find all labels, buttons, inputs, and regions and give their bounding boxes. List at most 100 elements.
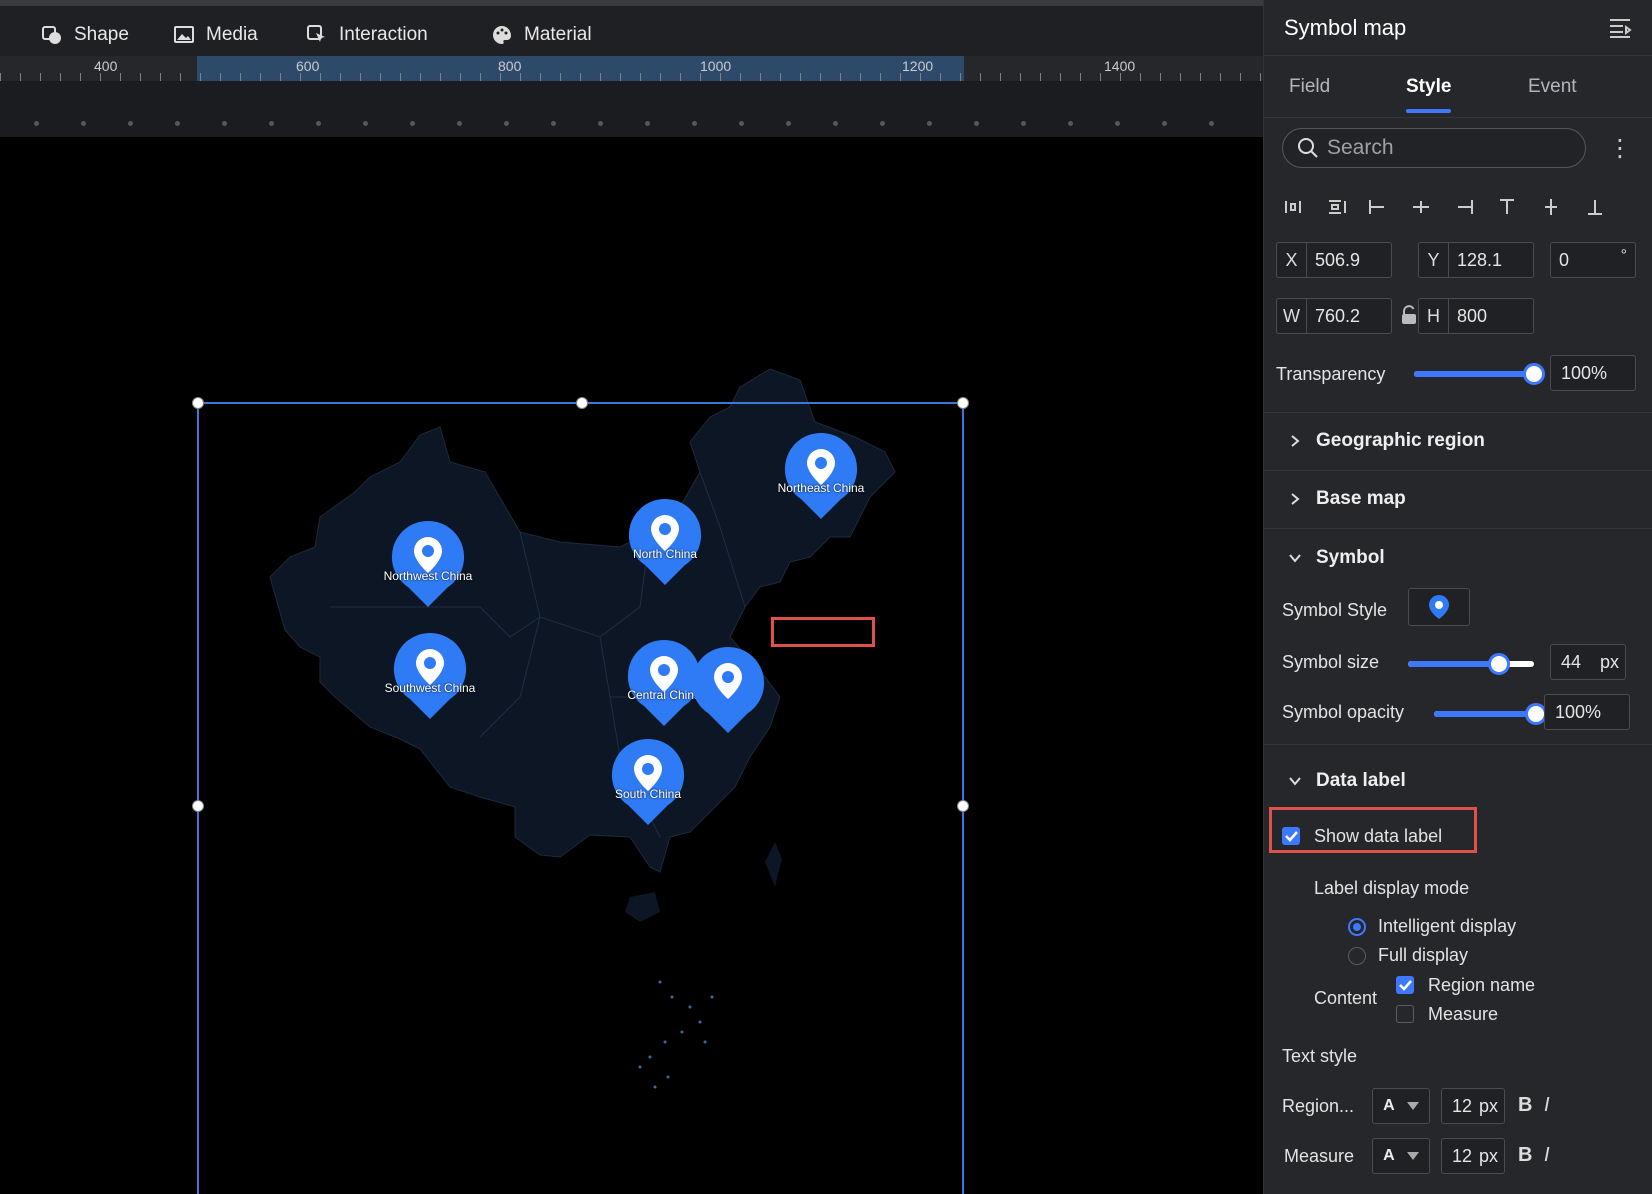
section-base-map[interactable]: Base map — [1288, 488, 1406, 510]
section-data-label[interactable]: Data label — [1288, 770, 1406, 792]
ruler-tick — [520, 73, 521, 81]
ruler-tick — [500, 73, 501, 81]
measure-font-color-select[interactable]: A — [1372, 1138, 1430, 1174]
callout-highlight-label — [771, 617, 875, 647]
ruler-tick — [1180, 73, 1181, 81]
measure-font-size-input[interactable]: 12 px — [1441, 1138, 1505, 1174]
shape-tool-button[interactable]: Shape — [40, 20, 129, 50]
align-right-icon[interactable] — [1454, 196, 1476, 218]
rotation-value[interactable]: 0 — [1551, 250, 1569, 271]
tab-event[interactable]: Event — [1528, 76, 1577, 98]
resize-handle-right[interactable] — [957, 800, 969, 812]
checkmark-icon — [1399, 980, 1412, 991]
search-box[interactable] — [1282, 128, 1586, 168]
resize-handle-left[interactable] — [192, 800, 204, 812]
ruler-tick — [400, 73, 401, 81]
ruler-tick — [1040, 73, 1041, 81]
resize-handle-top[interactable] — [576, 397, 588, 409]
section-geographic-region[interactable]: Geographic region — [1288, 430, 1485, 452]
width-field[interactable]: W 760.2 — [1276, 298, 1392, 334]
ruler-tick — [160, 73, 161, 81]
map-pin-north[interactable]: North China — [627, 497, 703, 587]
horizontal-ruler: 400 600 800 1000 1200 1400 — [0, 56, 1263, 81]
media-tool-button[interactable]: Media — [172, 20, 258, 50]
distribute-vertical-icon[interactable] — [1324, 196, 1346, 218]
material-tool-button[interactable]: Material — [490, 20, 592, 50]
align-bottom-icon[interactable] — [1584, 196, 1606, 218]
editor-canvas[interactable]: Northeast China North China Northwest Ch… — [0, 137, 1263, 1194]
w-value[interactable]: 760.2 — [1307, 306, 1360, 327]
strip-dot — [128, 121, 133, 126]
distribute-horizontal-icon[interactable] — [1282, 196, 1304, 218]
y-value[interactable]: 128.1 — [1449, 250, 1502, 271]
symbol-opacity-slider[interactable] — [1434, 703, 1547, 725]
strip-dot — [269, 121, 274, 126]
region-name-checkbox[interactable] — [1396, 976, 1414, 994]
transparency-slider[interactable] — [1414, 363, 1545, 385]
ruler-tick — [540, 73, 541, 81]
ruler-tick — [1240, 73, 1241, 81]
slider-knob[interactable] — [1523, 363, 1545, 385]
resize-handle-top-right[interactable] — [957, 397, 969, 409]
symbol-size-value[interactable]: 44 — [1561, 652, 1581, 673]
strip-dot — [880, 121, 885, 126]
map-pin-east[interactable] — [690, 645, 766, 735]
radio-intelligent-display[interactable] — [1348, 918, 1366, 936]
radio-full-display[interactable] — [1348, 947, 1366, 965]
location-pin-icon — [784, 432, 858, 519]
map-pin-northeast[interactable]: Northeast China — [778, 431, 864, 521]
measure-font-size-value[interactable]: 12 — [1452, 1146, 1472, 1167]
slider-fill — [1408, 661, 1499, 667]
top-toolbar: Shape Media Interaction Material — [0, 0, 1263, 56]
h-value[interactable]: 800 — [1449, 306, 1487, 327]
align-center-horizontal-icon[interactable] — [1410, 196, 1432, 218]
more-options-icon[interactable]: ⋮ — [1608, 134, 1632, 163]
transparency-input[interactable]: 100% — [1550, 355, 1636, 391]
symbol-opacity-input[interactable]: 100% — [1544, 694, 1630, 730]
map-pin-southwest[interactable]: Southwest China — [385, 631, 475, 721]
ruler-tick — [560, 73, 561, 81]
region-bold-button[interactable]: B — [1518, 1094, 1532, 1117]
map-pin-south[interactable]: South China — [610, 737, 686, 827]
ruler-tick — [220, 73, 221, 81]
unlock-ratio-icon[interactable] — [1400, 305, 1418, 325]
ruler-tick — [440, 73, 441, 81]
symbol-size-slider[interactable] — [1408, 653, 1534, 675]
tab-style[interactable]: Style — [1406, 76, 1451, 98]
rotation-field[interactable]: 0 ° — [1550, 242, 1636, 278]
label-display-mode-label: Label display mode — [1314, 878, 1470, 898]
resize-handle-top-left[interactable] — [192, 397, 204, 409]
interaction-tool-label: Interaction — [339, 24, 428, 45]
measure-checkbox[interactable] — [1396, 1005, 1414, 1023]
align-left-icon[interactable] — [1366, 196, 1388, 218]
region-italic-button[interactable]: I — [1544, 1094, 1550, 1117]
align-middle-vertical-icon[interactable] — [1540, 196, 1562, 218]
symbol-size-input[interactable]: 44 px — [1550, 644, 1626, 680]
y-position-field[interactable]: Y 128.1 — [1418, 242, 1534, 278]
collapse-panel-icon[interactable] — [1608, 17, 1632, 39]
search-input[interactable] — [1327, 136, 1567, 160]
height-field[interactable]: H 800 — [1418, 298, 1534, 334]
measure-bold-button[interactable]: B — [1518, 1144, 1532, 1167]
chevron-down-icon — [1289, 777, 1301, 786]
region-font-color-select[interactable]: A — [1372, 1088, 1430, 1124]
region-font-size-input[interactable]: 12 px — [1441, 1088, 1505, 1124]
interaction-tool-button[interactable]: Interaction — [305, 20, 428, 50]
map-pin-northwest[interactable]: Northwest China — [384, 519, 472, 609]
image-icon — [174, 26, 194, 43]
strip-dot — [927, 121, 932, 126]
x-position-field[interactable]: X 506.9 — [1276, 242, 1392, 278]
align-top-icon[interactable] — [1496, 196, 1518, 218]
region-font-size-value[interactable]: 12 — [1452, 1096, 1472, 1117]
ruler-tick — [60, 73, 61, 81]
measure-italic-button[interactable]: I — [1544, 1144, 1550, 1167]
x-value[interactable]: 506.9 — [1307, 250, 1360, 271]
section-symbol[interactable]: Symbol — [1288, 547, 1385, 569]
transparency-label: Transparency — [1276, 364, 1386, 384]
symbol-style-picker[interactable] — [1408, 588, 1470, 626]
ruler-tick — [0, 73, 1, 81]
location-pin-icon — [611, 738, 685, 825]
tab-field[interactable]: Field — [1289, 76, 1330, 98]
slider-knob[interactable] — [1487, 653, 1510, 675]
location-pin-icon — [628, 498, 702, 585]
